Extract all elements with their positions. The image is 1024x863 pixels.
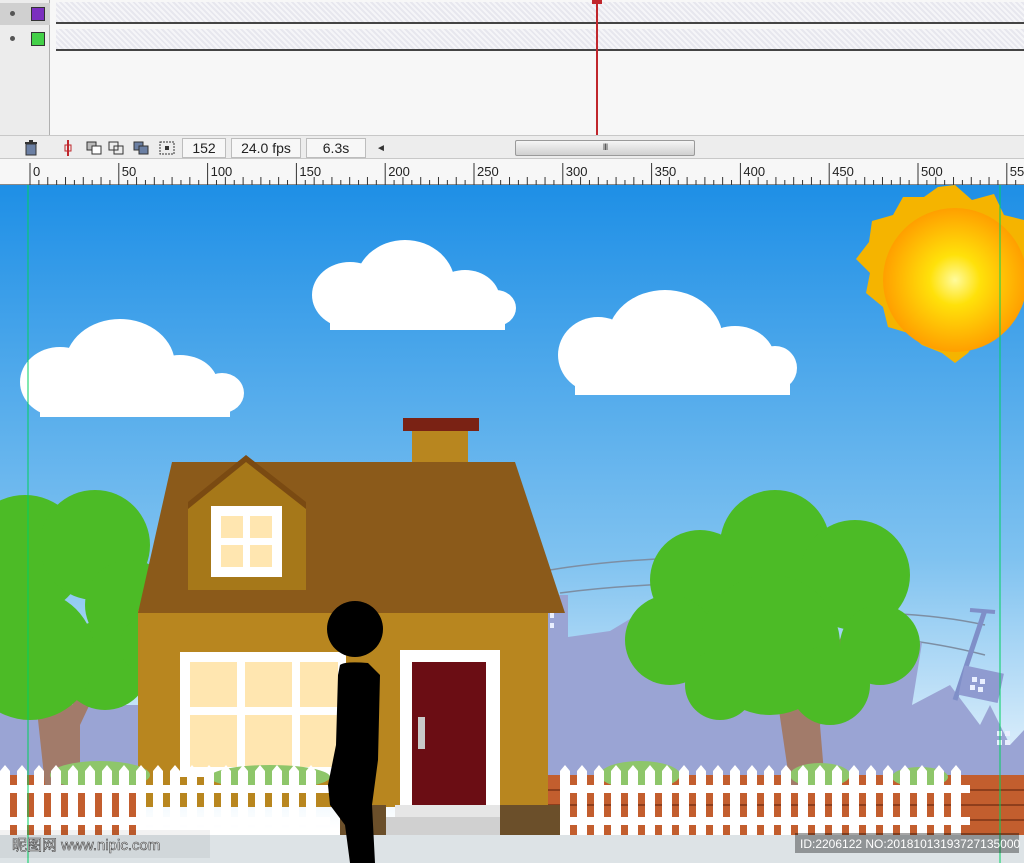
visibility-dot-icon[interactable] [10,36,15,41]
current-frame-field[interactable]: 152 [182,138,226,158]
scroll-left-arrow-icon[interactable]: ◄ [372,139,390,157]
ruler-label: 550 [1010,164,1024,179]
onion-skin-icon[interactable] [85,139,103,157]
ruler-label: 300 [566,164,588,179]
layer-row[interactable] [0,3,50,25]
layer-list [0,0,50,135]
fence-rail [560,817,970,825]
center-frame-icon[interactable] [59,139,77,157]
modify-markers-icon[interactable] [158,139,176,157]
ruler-label: 400 [743,164,765,179]
timeline-status-bar: 152 24.0 fps 6.3s ◄ III [0,135,1024,159]
scrollbar-thumb[interactable]: III [515,140,695,156]
ruler-label: 0 [33,164,40,179]
horizontal-scrollbar[interactable]: III [390,140,1020,156]
horizontal-ruler: 0 50 100 150 200 250 300 350 400 450 500 550 [0,159,1024,185]
stage-canvas[interactable]: 昵图网 www.nipic.com ID:2206122 NO:20181013… [0,185,1024,863]
ruler-label: 200 [388,164,410,179]
frame-area[interactable] [56,0,1024,135]
layer-color-swatch[interactable] [31,7,45,21]
playhead[interactable] [596,0,598,135]
ruler-label: 250 [477,164,499,179]
watermark-right: ID:2206122 NO:20181013193727135000 [800,837,1021,851]
ruler-label: 500 [921,164,943,179]
ruler-label: 450 [832,164,854,179]
layer-row[interactable] [0,28,50,50]
visibility-dot-icon[interactable] [10,11,15,16]
frame-track[interactable] [56,29,1024,51]
elapsed-time-field: 6.3s [306,138,366,158]
ruler-ticks: 0 50 100 150 200 250 300 350 400 450 500 550 [29,163,1024,185]
ruler-label: 150 [299,164,321,179]
scene-artwork: 昵图网 www.nipic.com ID:2206122 NO:20181013… [0,185,1024,863]
layer-color-swatch[interactable] [31,32,45,46]
frame-track[interactable] [56,2,1024,24]
onion-skin-outline-icon[interactable] [107,139,125,157]
fence-rail [0,785,330,793]
ruler-label: 350 [655,164,677,179]
timeline-panel [0,0,1024,135]
frame-rate-field[interactable]: 24.0 fps [231,138,301,158]
fence-rail [0,817,330,825]
edit-multiple-frames-icon[interactable] [132,139,150,157]
fence-rail [560,785,970,793]
ruler-label: 100 [211,164,233,179]
trash-icon[interactable] [22,139,40,157]
watermark-left: 昵图网 www.nipic.com [12,837,160,854]
ruler-label: 50 [122,164,136,179]
